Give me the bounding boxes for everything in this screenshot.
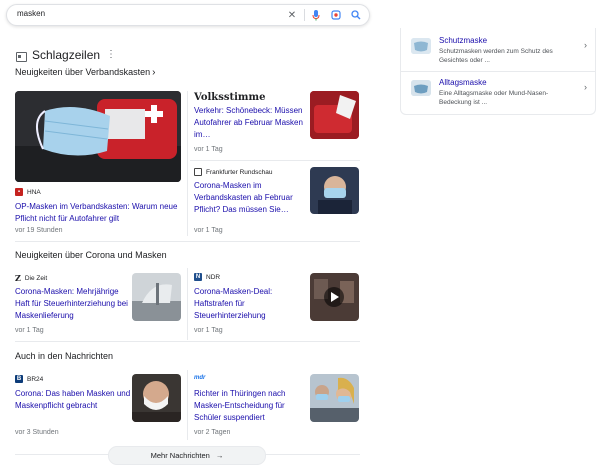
related-title[interactable]: Schutzmaske [439,36,487,45]
divider [304,9,305,21]
timestamp: vor 2 Tagen [194,429,231,436]
topic-link[interactable]: Neuigkeiten über Verbandskasten › [15,67,155,78]
headline-link[interactable]: Richter in Thüringen nach Masken-Entsche… [194,388,306,424]
ndr-logo-icon: N [194,273,202,281]
search-icon[interactable] [349,8,363,22]
divider [190,160,360,161]
search-input[interactable]: masken [17,9,45,18]
divider [15,241,360,242]
divider [15,341,360,342]
chevron-right-icon: › [152,67,156,78]
news-thumbnail[interactable] [132,273,181,321]
clear-icon[interactable]: ✕ [285,8,299,22]
source-label: ▪ HNA [15,188,41,196]
news-thumbnail[interactable] [310,167,359,214]
section-heading: Auch in den Nachrichten [15,351,114,361]
arrow-right-icon: → [215,451,224,460]
source-name: Frankfurter Rundschau [206,168,273,176]
br24-logo-icon: B [15,375,23,383]
related-searches-panel: Schutzmaske Schutzmasken werden zum Schu… [400,28,596,115]
mask-thumbnail [411,80,431,96]
lens-icon[interactable] [329,8,343,22]
more-options-icon[interactable]: ⋮ [106,49,116,60]
headline-link[interactable]: Corona: Das haben Masken und Maskenpflic… [15,388,133,412]
news-thumbnail[interactable] [132,374,181,422]
timestamp: vor 19 Stunden [15,227,63,234]
volksstimme-logo: Volksstimme [194,92,266,103]
divider [187,370,188,440]
source-label: mdr [194,375,205,381]
topic-link-label: Neuigkeiten über Verbandskasten [15,67,151,77]
source-name: NDR [206,273,221,281]
lead-headline-link[interactable]: OP-Masken im Verbandskasten: Warum neue … [15,201,185,225]
video-thumbnail[interactable] [310,273,359,321]
source-label: Frankfurter Rundschau [194,168,272,176]
timestamp: vor 3 Stunden [15,429,59,436]
timestamp: vor 1 Tag [194,227,223,234]
timestamp: vor 1 Tag [194,146,223,153]
mask-thumbnail [411,38,431,54]
mdr-logo-icon: mdr [194,375,206,381]
section-title: Schlagzeilen [32,48,101,62]
related-item[interactable]: Schutzmaske Schutzmasken werden zum Schu… [401,28,595,70]
zeit-logo-icon: Z [15,273,21,283]
timestamp: vor 1 Tag [15,327,44,334]
timestamp: vor 1 Tag [194,327,223,334]
related-item[interactable]: Alltagsmaske Eine Alltagsmaske oder Mund… [401,72,595,114]
news-thumbnail[interactable] [310,374,359,422]
source-label: N NDR [194,273,220,281]
newspaper-icon [16,52,27,62]
source-name: HNA [27,188,41,196]
chevron-right-icon[interactable]: › [584,82,587,92]
lead-image[interactable] [15,91,181,182]
hna-logo-icon: ▪ [15,188,23,196]
source-name: Die Zeit [24,274,48,282]
source-label: Z Die Zeit [15,273,47,283]
headline-link[interactable]: Verkehr: Schönebeck: Müssen Autofahrer a… [194,105,304,141]
search-bar[interactable]: masken ✕ [6,4,370,26]
headline-link[interactable]: Corona-Masken: Mehrjährige Haft für Steu… [15,286,130,322]
related-title[interactable]: Alltagsmaske [439,78,487,87]
news-thumbnail[interactable] [310,91,359,139]
more-news-label: Mehr Nachrichten [150,451,210,460]
headline-link[interactable]: Corona-Masken-Deal: Haftstrafen für Steu… [194,286,306,322]
headline-link[interactable]: Corona-Masken im Verbandskasten ab Febru… [194,180,304,216]
source-name: BR24 [27,375,44,383]
section-heading: Neuigkeiten über Corona und Masken [15,250,167,260]
chevron-right-icon[interactable]: › [584,40,587,50]
divider [187,268,188,340]
divider [187,91,188,236]
microphone-icon[interactable] [309,8,323,22]
source-label: B BR24 [15,375,43,383]
related-description: Schutzmasken werden zum Schutz des Gesic… [439,48,553,64]
fr-logo-icon [194,168,202,176]
more-news-button[interactable]: Mehr Nachrichten → [108,446,266,465]
related-description: Eine Alltagsmaske oder Mund-Nasen-Bedeck… [439,90,549,106]
